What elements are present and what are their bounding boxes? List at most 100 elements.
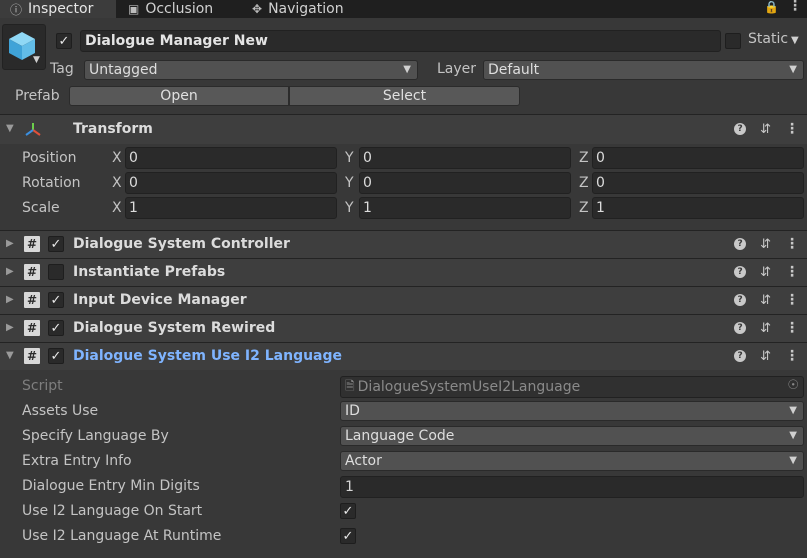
- axis-y-label[interactable]: Y: [345, 200, 354, 216]
- script-field[interactable]: 🗎 DialogueSystemUseI2Language ☉: [340, 376, 804, 398]
- min-digits-input[interactable]: 1: [340, 476, 804, 498]
- prefab-select-button[interactable]: Select: [289, 86, 520, 106]
- component-title: Input Device Manager: [73, 292, 247, 308]
- context-menu-icon[interactable]: ⋮: [785, 236, 799, 252]
- assets-use-label: Assets Use: [22, 403, 99, 419]
- presets-icon[interactable]: ⇵: [760, 122, 771, 137]
- fold-closed-icon[interactable]: ▶: [6, 322, 14, 333]
- fold-closed-icon[interactable]: ▶: [6, 266, 14, 277]
- component-header-dialogue-system-controller[interactable]: ▶ # ✓ Dialogue System Controller ? ⇵ ⋮: [0, 230, 807, 258]
- help-icon[interactable]: ?: [734, 350, 747, 362]
- help-icon[interactable]: ?: [734, 266, 747, 278]
- object-picker-icon[interactable]: ☉: [787, 378, 799, 393]
- tab-navigation[interactable]: ✥ Navigation: [242, 0, 354, 18]
- checkmark-icon: ✓: [58, 33, 70, 49]
- component-header-input-device-manager[interactable]: ▶ # ✓ Input Device Manager ? ⇵ ⋮: [0, 286, 807, 314]
- axis-z-label[interactable]: Z: [579, 150, 589, 166]
- script-hash-icon: #: [24, 348, 40, 364]
- component-enabled-checkbox[interactable]: ✓: [48, 320, 64, 336]
- checkmark-icon: ✓: [50, 292, 62, 308]
- component-header-instantiate-prefabs[interactable]: ▶ # Instantiate Prefabs ? ⇵ ⋮: [0, 258, 807, 286]
- use-at-runtime-checkbox[interactable]: ✓: [340, 528, 356, 544]
- transform-header[interactable]: ▼ Transform ? ⇵ ⋮: [0, 114, 807, 144]
- axis-x-label[interactable]: X: [112, 200, 122, 216]
- gameobject-active-checkbox[interactable]: ✓: [56, 33, 72, 49]
- tag-dropdown[interactable]: Untagged ▼: [84, 60, 418, 80]
- navigation-icon: ✥: [252, 2, 263, 16]
- axis-z-label[interactable]: Z: [579, 200, 589, 216]
- rotation-x-field[interactable]: 0: [125, 172, 337, 194]
- use-on-start-checkbox[interactable]: ✓: [340, 503, 356, 519]
- position-z-field[interactable]: 0: [592, 147, 804, 169]
- scale-x-field[interactable]: 1: [125, 197, 337, 219]
- fold-open-icon[interactable]: ▼: [6, 350, 14, 361]
- presets-icon[interactable]: ⇵: [760, 265, 771, 280]
- fold-open-icon[interactable]: ▼: [6, 123, 14, 134]
- scale-z-field[interactable]: 1: [592, 197, 804, 219]
- axis-y-label[interactable]: Y: [345, 175, 354, 191]
- help-icon[interactable]: ?: [734, 294, 747, 306]
- component-header-dialogue-system-rewired[interactable]: ▶ # ✓ Dialogue System Rewired ? ⇵ ⋮: [0, 314, 807, 342]
- rotation-z-field[interactable]: 0: [592, 172, 804, 194]
- extra-entry-info-label: Extra Entry Info: [22, 453, 132, 469]
- chevron-down-icon: ▼: [789, 455, 797, 466]
- static-checkbox[interactable]: [725, 33, 741, 49]
- checkmark-icon: ✓: [50, 236, 62, 252]
- presets-icon[interactable]: ⇵: [760, 293, 771, 308]
- layer-dropdown[interactable]: Default ▼: [483, 60, 804, 80]
- component-header-dialogue-system-use-i2-language[interactable]: ▼ # ✓ Dialogue System Use I2 Language ? …: [0, 342, 807, 370]
- component-enabled-checkbox[interactable]: ✓: [48, 236, 64, 252]
- rotation-label: Rotation: [22, 175, 81, 191]
- position-y-field[interactable]: 0: [359, 147, 571, 169]
- script-hash-icon: #: [24, 292, 40, 308]
- help-icon[interactable]: ?: [734, 238, 747, 250]
- assets-use-dropdown[interactable]: ID ▼: [340, 401, 804, 421]
- context-menu-icon[interactable]: ⋮: [785, 264, 799, 280]
- tab-occlusion[interactable]: ▣ Occlusion: [118, 0, 223, 18]
- context-menu-icon[interactable]: ⋮: [785, 292, 799, 308]
- prefab-open-button[interactable]: Open: [69, 86, 289, 106]
- component-enabled-checkbox[interactable]: ✓: [48, 292, 64, 308]
- axis-x-label[interactable]: X: [112, 175, 122, 191]
- extra-entry-info-dropdown[interactable]: Actor ▼: [340, 451, 804, 471]
- axis-x-label[interactable]: X: [112, 150, 122, 166]
- component-title: Dialogue System Rewired: [73, 320, 276, 336]
- position-label: Position: [22, 150, 77, 166]
- checkmark-icon: ✓: [342, 503, 354, 519]
- gameobject-name-input[interactable]: Dialogue Manager New: [80, 30, 721, 52]
- component-enabled-checkbox[interactable]: ✓: [48, 348, 64, 364]
- script-hash-icon: #: [24, 264, 40, 280]
- script-label: Script: [22, 378, 63, 394]
- tab-inspector[interactable]: ⓘ Inspector: [0, 0, 116, 18]
- position-x-field[interactable]: 0: [125, 147, 337, 169]
- static-label: Static: [748, 31, 789, 47]
- gameobject-icon-picker[interactable]: ▼: [2, 24, 46, 70]
- lock-icon[interactable]: 🔒: [764, 0, 779, 14]
- presets-icon[interactable]: ⇵: [760, 237, 771, 252]
- scale-y-field[interactable]: 1: [359, 197, 571, 219]
- axis-z-label[interactable]: Z: [579, 175, 589, 191]
- context-menu-icon[interactable]: ⋮: [785, 348, 799, 364]
- presets-icon[interactable]: ⇵: [760, 321, 771, 336]
- fold-closed-icon[interactable]: ▶: [6, 238, 14, 249]
- checkmark-icon: ✓: [50, 320, 62, 336]
- specify-language-dropdown[interactable]: Language Code ▼: [340, 426, 804, 446]
- static-dropdown-icon[interactable]: ▼: [791, 35, 799, 46]
- transform-title: Transform: [73, 121, 153, 137]
- component-title: Instantiate Prefabs: [73, 264, 226, 280]
- presets-icon[interactable]: ⇵: [760, 349, 771, 364]
- rotation-y-field[interactable]: 0: [359, 172, 571, 194]
- fold-closed-icon[interactable]: ▶: [6, 294, 14, 305]
- checkmark-icon: ✓: [342, 528, 354, 544]
- axis-y-label[interactable]: Y: [345, 150, 354, 166]
- context-menu-icon[interactable]: ⋮: [785, 320, 799, 336]
- help-icon[interactable]: ?: [734, 322, 747, 334]
- transform-icon: [25, 123, 41, 136]
- min-digits-label: Dialogue Entry Min Digits: [22, 478, 200, 494]
- component-title: Dialogue System Controller: [73, 236, 290, 252]
- help-icon[interactable]: ?: [734, 123, 747, 135]
- component-enabled-checkbox[interactable]: [48, 264, 64, 280]
- tab-menu-icon[interactable]: ⋮: [788, 0, 802, 14]
- occlusion-icon: ▣: [128, 2, 140, 16]
- context-menu-icon[interactable]: ⋮: [785, 121, 799, 137]
